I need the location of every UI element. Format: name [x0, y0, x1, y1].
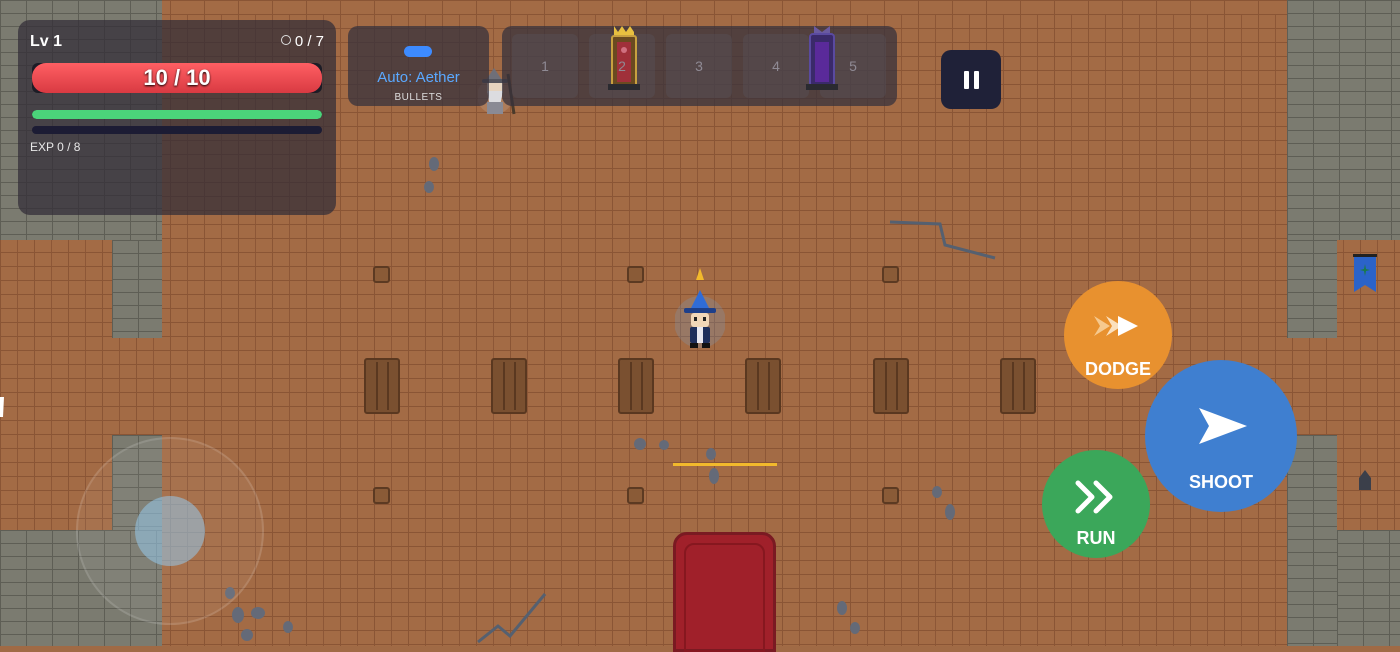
slot-number: 2 — [618, 58, 626, 74]
joystick-thumb[interactable] — [135, 496, 205, 566]
shoot-label: SHOOT — [1188, 472, 1253, 492]
slot-number: 5 — [849, 58, 857, 74]
item-slot-4[interactable]: 4 — [743, 34, 809, 98]
exp-text: EXP 0 / 8 — [30, 140, 81, 154]
dodge-button[interactable]: DODGE — [1064, 281, 1172, 389]
mana-bar-fill — [32, 110, 322, 119]
item-slot-1[interactable]: 1 — [512, 34, 578, 98]
floor-crack — [889, 220, 996, 260]
wooden-stool — [373, 266, 390, 283]
stone-wall-left-pillar — [112, 240, 162, 338]
floor-crack — [477, 593, 547, 644]
level-label: Lv 1 — [30, 33, 63, 50]
rubble-pebbles — [837, 601, 860, 634]
slot-number: 1 — [541, 58, 549, 74]
player-wizard[interactable] — [675, 264, 725, 354]
slot-number: 3 — [695, 58, 703, 74]
wooden-crate — [491, 358, 527, 414]
item-slot-5[interactable]: 5 — [806, 26, 886, 98]
wooden-stool — [882, 266, 899, 283]
wooden-crate — [618, 358, 654, 414]
pause-button[interactable] — [941, 50, 1001, 109]
health-bar: 10 / 10 — [32, 63, 322, 93]
rubble-pebbles — [424, 157, 439, 193]
red-carpet — [673, 532, 776, 652]
shoot-button[interactable]: SHOOT — [1145, 360, 1297, 512]
orb-counter: 0 / 7 — [280, 33, 324, 50]
send-arrow-icon — [1199, 408, 1247, 444]
orb-ring-icon — [280, 35, 291, 45]
orb-counter-text: 0 / 7 — [294, 33, 324, 50]
pause-icon — [963, 70, 969, 89]
wall-lantern-icon — [1359, 470, 1371, 490]
wooden-crate — [364, 358, 400, 414]
item-slot-3[interactable]: 3 — [666, 34, 732, 98]
stone-wall-right — [1287, 0, 1400, 240]
rubble-pebbles — [634, 438, 719, 484]
blue-banner-icon — [1353, 254, 1377, 292]
stone-wall-right-pillar — [1287, 240, 1337, 338]
stone-wall-bottom-right-edge — [1337, 530, 1400, 646]
run-label: RUN — [1076, 528, 1116, 548]
wooden-crate — [745, 358, 781, 414]
exp-bar — [32, 126, 322, 134]
dodge-label: DODGE — [1084, 359, 1151, 379]
wooden-stool — [882, 487, 899, 504]
bullet-icon — [404, 46, 432, 57]
item-slot-2[interactable]: 2 — [589, 26, 655, 98]
slot-number: 4 — [772, 58, 780, 74]
wooden-stool — [627, 266, 644, 283]
weapon-selector[interactable]: Auto: Aether BULLETS — [348, 26, 489, 106]
double-arrow-icon — [1094, 316, 1138, 336]
pause-icon — [973, 70, 979, 89]
wooden-stool — [627, 487, 644, 504]
weapon-name: Auto: Aether — [377, 69, 460, 86]
rubble-pebbles — [932, 486, 955, 520]
wooden-crate — [1000, 358, 1036, 414]
run-button[interactable]: RUN — [1042, 450, 1150, 558]
aim-guide-line — [673, 463, 777, 466]
wooden-crate — [873, 358, 909, 414]
wooden-stool — [373, 487, 390, 504]
chevrons-right-icon — [1075, 480, 1113, 514]
health-text: 10 / 10 — [143, 65, 211, 90]
weapon-type: BULLETS — [394, 92, 443, 103]
stone-wall-bottom-right — [1287, 435, 1337, 646]
mana-bar — [32, 110, 322, 119]
door-light — [0, 397, 4, 417]
item-slot-bar: 1 2 3 4 5 — [502, 26, 897, 106]
